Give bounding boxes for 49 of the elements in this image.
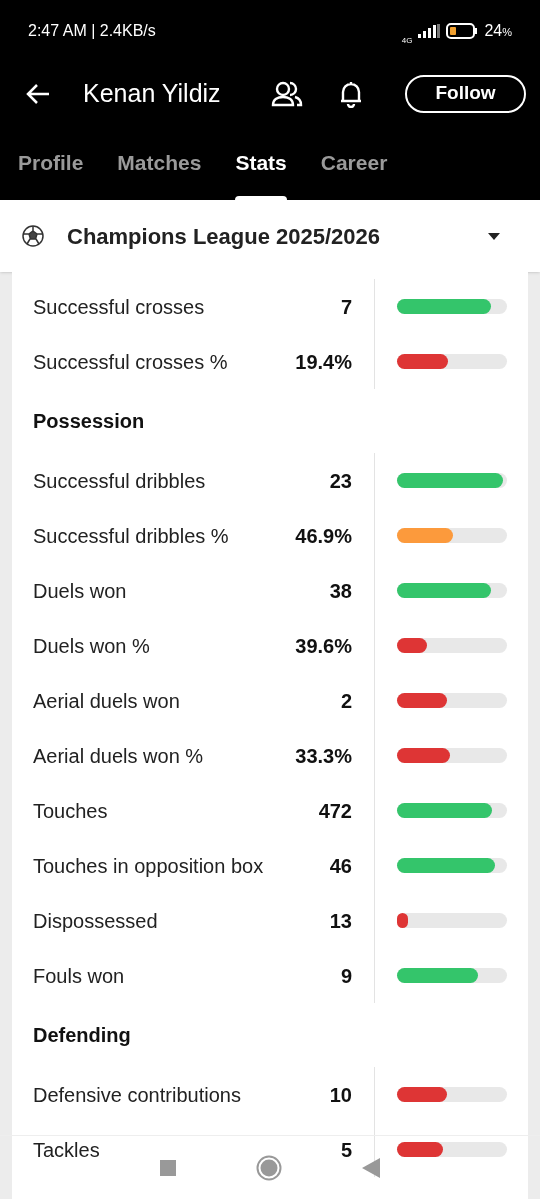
stat-value: 2 [340, 688, 352, 714]
stat-value: 39.6% [295, 633, 352, 659]
back-arrow-icon[interactable] [26, 82, 50, 105]
stat-label: Successful dribbles [33, 468, 206, 494]
battery-icon [446, 23, 479, 39]
stat-label: Defensive contributions [33, 1082, 241, 1108]
tab[interactable]: Stats [235, 125, 287, 200]
stat-value: 46.9% [295, 523, 352, 549]
stat-value: 13 [329, 908, 352, 934]
stat-label: Fouls won [33, 963, 125, 989]
people-icon[interactable] [271, 80, 303, 107]
stat-label: Touches [33, 798, 108, 824]
stat-value: 5 [340, 1137, 352, 1163]
tab[interactable]: Career [320, 125, 388, 200]
football-icon [22, 225, 44, 247]
dropdown-caret-icon [488, 232, 500, 240]
stat-value: 38 [329, 578, 352, 604]
stat-value: 472 [318, 798, 352, 824]
network-type: 4G [401, 37, 413, 45]
stat-label: Duels won [33, 578, 127, 604]
tab[interactable]: Matches [117, 125, 202, 200]
stat-value: 7 [340, 294, 352, 320]
stat-label: Aerial duels won [33, 688, 180, 714]
status-time: 2:47 AM | 2.4KB/s [28, 21, 156, 41]
stat-label: Aerial duels won % [33, 743, 204, 769]
tab[interactable]: Profile [18, 125, 84, 200]
stat-value: 9 [340, 963, 352, 989]
competition-dropdown[interactable]: Champions League 2025/2026 [0, 200, 540, 272]
stat-label: Touches in opposition box [33, 853, 264, 879]
section-title: Defending [33, 1023, 131, 1048]
stat-label: Dispossessed [33, 908, 158, 934]
stat-label: Duels won % [33, 633, 150, 659]
stat-value: 19.4% [295, 349, 352, 375]
signal-icon [418, 24, 441, 38]
stat-value: 46 [329, 853, 352, 879]
home-icon[interactable] [256, 1154, 282, 1181]
bell-icon[interactable] [339, 79, 363, 108]
stat-label: Successful crosses [33, 294, 205, 320]
battery-level: 24% [484, 21, 512, 41]
stat-label: Successful dribbles % [33, 523, 229, 549]
stat-value: 33.3% [295, 743, 352, 769]
back-icon[interactable] [362, 1157, 380, 1178]
stat-label: Successful crosses % [33, 349, 228, 375]
stat-value: 23 [329, 468, 352, 494]
stat-label: Tackles [33, 1137, 100, 1163]
follow-button[interactable]: Follow [405, 74, 526, 113]
stat-value: 10 [329, 1082, 352, 1108]
section-title: Possession [33, 409, 145, 434]
player-name: Kenan Yildiz [83, 77, 221, 109]
